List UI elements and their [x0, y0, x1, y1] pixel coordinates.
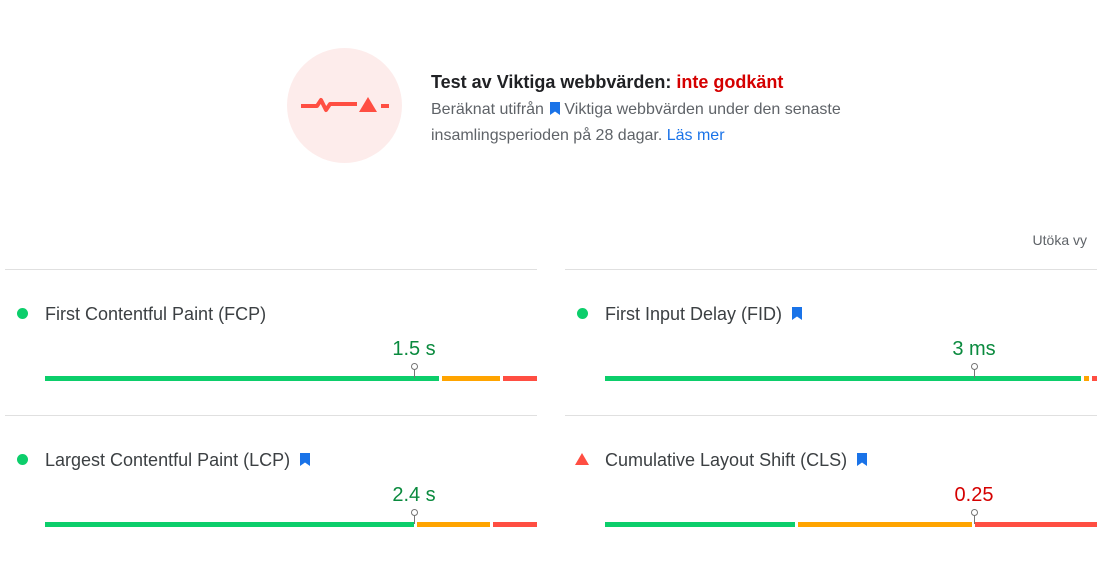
- learn-more-link[interactable]: Läs mer: [667, 127, 725, 144]
- fail-indicator-icon: [575, 453, 589, 465]
- bookmark-icon: [857, 449, 868, 471]
- poor-segment: [493, 522, 537, 527]
- percentile-marker: [411, 509, 418, 524]
- distribution-bar: [45, 522, 537, 527]
- metric-name-text: First Contentful Paint (FCP): [45, 304, 267, 324]
- needs-improvement-segment: [797, 522, 973, 527]
- metric-card: Largest Contentful Paint (LCP) 2.4 s: [5, 415, 537, 562]
- cwv-failed-icon: [287, 48, 402, 163]
- pass-indicator-icon: [17, 454, 28, 465]
- good-segment: [45, 522, 414, 527]
- distribution-bar: [605, 376, 1097, 381]
- good-segment: [605, 376, 1081, 381]
- description-text-before: Beräknat utifrån: [431, 101, 544, 118]
- metric-value: 3 ms: [952, 338, 996, 360]
- assessment-title-prefix: Test av Viktiga webbvärden:: [431, 72, 677, 92]
- assessment-status: inte godkänt: [676, 72, 784, 92]
- metric-card: First Contentful Paint (FCP) 1.5 s: [5, 269, 537, 416]
- pass-indicator-icon: [17, 308, 28, 319]
- metric-card: Cumulative Layout Shift (CLS) 0.25: [565, 415, 1097, 562]
- good-segment: [605, 522, 795, 527]
- metric-name-text: Largest Contentful Paint (LCP): [45, 450, 291, 470]
- needs-improvement-segment: [417, 522, 490, 527]
- distribution-bar: [605, 522, 1097, 527]
- assessment-description: Beräknat utifrån Viktiga webbvärden unde…: [431, 97, 851, 148]
- metric-name: First Contentful Paint (FCP): [45, 303, 266, 325]
- metric-name: Largest Contentful Paint (LCP): [45, 449, 311, 471]
- metric-value: 1.5 s: [392, 338, 436, 360]
- metric-card: First Input Delay (FID) 3 ms: [565, 269, 1097, 416]
- poor-segment: [503, 376, 537, 381]
- percentile-marker: [411, 363, 418, 378]
- metric-name-text: First Input Delay (FID): [605, 304, 783, 324]
- bookmark-icon: [550, 98, 561, 123]
- poor-segment: [1092, 376, 1097, 381]
- metric-name-text: Cumulative Layout Shift (CLS): [605, 450, 848, 470]
- poor-segment: [975, 522, 1097, 527]
- assessment-title: Test av Viktiga webbvärden: inte godkänt: [431, 71, 783, 93]
- expand-view-button[interactable]: Utöka vy: [1033, 232, 1087, 248]
- good-segment: [45, 376, 439, 381]
- metric-value: 2.4 s: [392, 484, 436, 506]
- bookmark-icon: [792, 303, 803, 325]
- metric-name: First Input Delay (FID): [605, 303, 803, 325]
- distribution-bar: [45, 376, 537, 381]
- percentile-marker: [971, 509, 978, 524]
- metric-name: Cumulative Layout Shift (CLS): [605, 449, 868, 471]
- bookmark-icon: [300, 449, 311, 471]
- percentile-marker: [971, 363, 978, 378]
- metric-value: 0.25: [954, 484, 994, 506]
- needs-improvement-segment: [442, 376, 500, 381]
- pass-indicator-icon: [577, 308, 588, 319]
